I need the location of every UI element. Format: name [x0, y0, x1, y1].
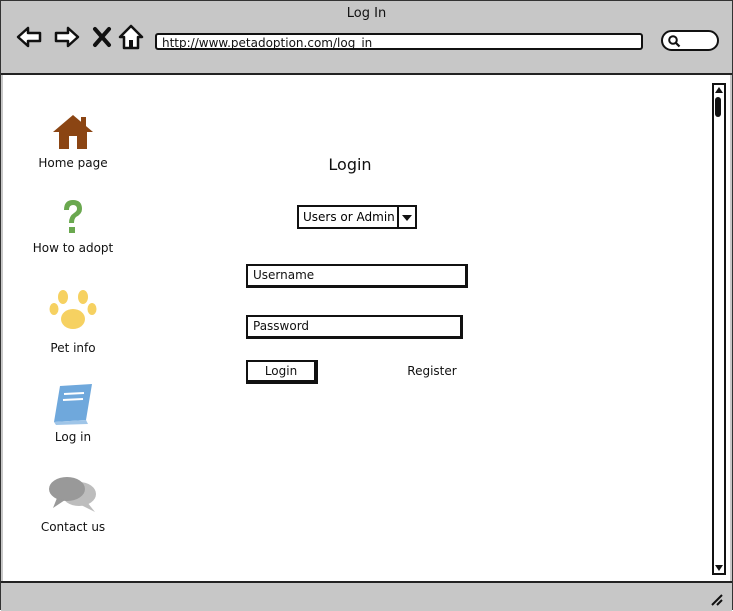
- role-select-value: Users or Admin: [303, 210, 395, 224]
- book-icon: [54, 384, 92, 425]
- sidebar-item-pet-info[interactable]: Pet info: [18, 287, 128, 355]
- home-outline-icon[interactable]: [117, 23, 145, 51]
- sidebar-item-label: Log in: [54, 430, 92, 444]
- role-select[interactable]: Users or Admin: [297, 205, 417, 229]
- resize-grip-icon[interactable]: [708, 591, 724, 607]
- scroll-thumb[interactable]: [715, 97, 721, 117]
- sidebar-item-log-in[interactable]: Log in: [18, 382, 128, 444]
- sidebar-item-label: Pet info: [50, 341, 96, 355]
- sidebar-item-home[interactable]: Home page: [18, 112, 128, 170]
- forward-arrow-icon[interactable]: [53, 23, 81, 51]
- window-title: Log In: [346, 6, 387, 21]
- login-heading: Login: [328, 155, 372, 174]
- question-mark-icon: [64, 200, 82, 233]
- back-arrow-icon[interactable]: [15, 23, 43, 51]
- chat-bubbles-icon: [49, 477, 96, 512]
- house-icon: [53, 115, 93, 149]
- sidebar-item-label: Home page: [38, 156, 108, 170]
- scroll-down-arrow-icon[interactable]: [714, 563, 724, 573]
- status-bar: [1, 581, 732, 611]
- password-field[interactable]: Password: [246, 315, 463, 339]
- sidebar-item-label: Contact us: [40, 520, 106, 534]
- sidebar-item-contact-us[interactable]: Contact us: [18, 474, 128, 534]
- register-link[interactable]: Register: [400, 364, 464, 378]
- sidebar-item-how-to-adopt[interactable]: How to adopt: [18, 197, 128, 255]
- browser-search-box[interactable]: [661, 30, 719, 51]
- url-bar[interactable]: http://www.petadoption.com/log_in: [155, 33, 643, 50]
- close-x-icon[interactable]: [89, 23, 117, 51]
- paw-icon: [49, 290, 97, 329]
- search-icon: [668, 35, 681, 48]
- login-button[interactable]: Login: [246, 360, 318, 384]
- role-select-dropdown-button[interactable]: [397, 207, 415, 227]
- scroll-up-arrow-icon[interactable]: [714, 85, 724, 95]
- chevron-down-icon: [402, 215, 412, 221]
- sidebar-item-label: How to adopt: [32, 241, 114, 255]
- browser-toolbar: Log In http://www.petadoption.com/log_in: [1, 1, 732, 75]
- vertical-scrollbar[interactable]: [712, 83, 726, 575]
- username-field[interactable]: Username: [246, 264, 468, 288]
